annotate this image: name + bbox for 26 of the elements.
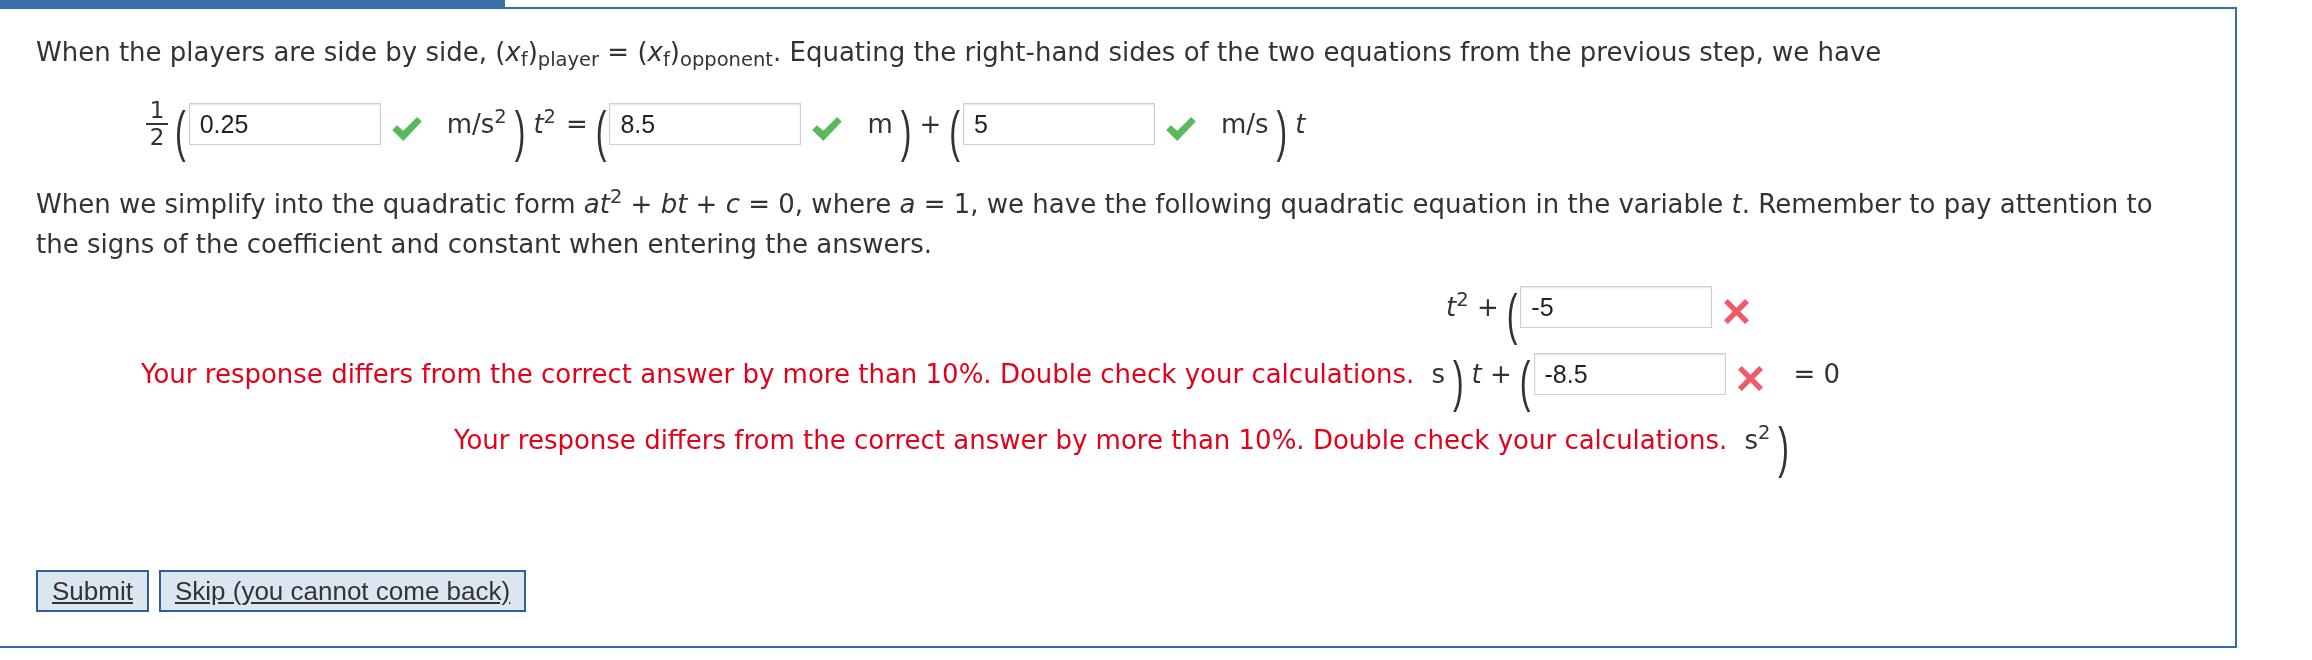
answer-field[interactable]: 0.25: [188, 103, 381, 145]
fraction-denominator: 2: [148, 125, 166, 150]
math-text: t$^{2}$: [533, 104, 556, 141]
answer-field[interactable]: -8.5: [1533, 353, 1726, 395]
header-tab[interactable]: [0, 0, 505, 7]
error-message: Your response differs from the correct answer by more than 10%. Double check your calculations.: [141, 357, 1415, 391]
math-text: t: [1295, 107, 1306, 141]
math-text: t$^{2}$ +: [1446, 287, 1499, 324]
error-message: Your response differs from the correct answer by more than 10%. Double check your calculations.: [454, 423, 1728, 457]
fraction-numerator: 1: [148, 98, 166, 123]
answer-field[interactable]: 5: [962, 103, 1155, 145]
submit-button[interactable]: Submit: [36, 570, 149, 612]
instruction-text: When the players are side by side, (x$_{f}$)$_{player}$ = (x$_{f}$)$_{opponent}$. Equating the right-hand sides of the two equations from the previous step, we have: [36, 36, 1882, 72]
math-text: t +: [1471, 357, 1512, 391]
math-text: = 0: [1793, 357, 1841, 391]
math-text: +: [919, 107, 942, 141]
math-text: s$^{2}$: [1744, 420, 1771, 457]
math-text: m/s$^{2}$: [446, 104, 507, 141]
math-text: =: [566, 107, 588, 141]
skip-button[interactable]: Skip (you cannot come back): [158, 570, 527, 612]
math-text: m/s: [1220, 107, 1269, 141]
math-text: s: [1431, 357, 1445, 391]
math-text: m: [867, 107, 893, 141]
answer-field[interactable]: 8.5: [609, 103, 802, 145]
answer-field[interactable]: -5: [1520, 286, 1713, 328]
instruction-text: When we simplify into the quadratic form at$^{2}$ + bt + c = 0, where a = 1, we have the following quadratic equation in the variable t. Remember to pay attention to the signs of the coefficient and constant when entering the answers.: [36, 184, 2154, 261]
